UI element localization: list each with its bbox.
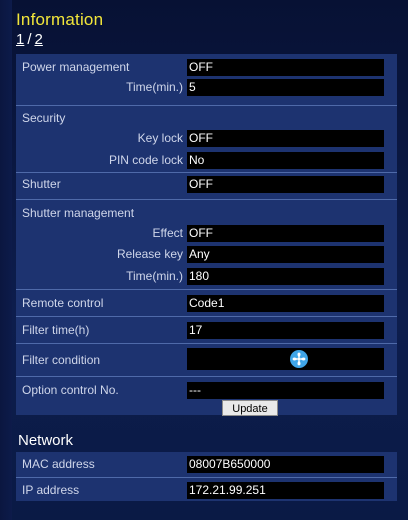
ip-address-value: 172.21.99.251 xyxy=(187,482,384,499)
effect-label: Effect xyxy=(152,226,183,240)
filter-time-row: Filter time(h) 17 xyxy=(16,316,397,340)
remote-control-label: Remote control xyxy=(22,296,104,310)
shutter-management-label: Shutter management xyxy=(22,206,135,220)
page-2-link[interactable]: 2 xyxy=(35,31,43,48)
security-row: Security Key lock OFF PIN code lock No xyxy=(16,105,397,170)
mac-address-label: MAC address xyxy=(22,457,95,471)
network-title: Network xyxy=(18,432,74,449)
time-min-label: Time(min.) xyxy=(126,80,183,94)
shutter-label: Shutter xyxy=(22,177,61,191)
option-control-row: Option control No. --- xyxy=(16,376,397,401)
shutter-row: Shutter OFF xyxy=(16,172,397,195)
page-separator: / xyxy=(27,31,32,48)
release-key-label: Release key xyxy=(116,247,183,261)
filter-condition-label: Filter condition xyxy=(22,353,101,367)
power-management-label: Power management xyxy=(22,60,130,74)
network-panel: MAC address 08007B650000 IP address 172.… xyxy=(16,452,397,501)
remote-control-value: Code1 xyxy=(187,295,384,312)
security-label: Security xyxy=(22,111,66,125)
time-min-2-label: Time(min.) xyxy=(126,269,183,283)
shutter-value: OFF xyxy=(187,176,384,193)
ip-address-row: IP address 172.21.99.251 xyxy=(16,477,397,501)
pin-code-lock-value: No xyxy=(187,152,384,169)
pin-code-lock-label: PIN code lock xyxy=(108,153,183,167)
shutter-management-row: Shutter management Effect OFF Release ke… xyxy=(16,199,397,285)
mac-address-row: MAC address 08007B650000 xyxy=(16,452,397,475)
power-management-row: Power management OFF Time(min.) 5 xyxy=(16,54,397,96)
effect-value: OFF xyxy=(187,225,384,242)
key-lock-label: Key lock xyxy=(137,131,183,145)
page-1-link[interactable]: 1 xyxy=(16,31,24,48)
option-control-label: Option control No. xyxy=(22,383,119,397)
power-management-value: OFF xyxy=(187,59,384,76)
filter-condition-row: Filter condition xyxy=(16,343,397,374)
release-key-value: Any xyxy=(187,246,384,263)
left-edge-strip xyxy=(0,0,12,520)
update-button[interactable]: Update xyxy=(222,400,278,416)
remote-control-row: Remote control Code1 xyxy=(16,289,397,313)
information-panel: Power management OFF Time(min.) 5 Securi… xyxy=(16,54,397,415)
filter-condition-value xyxy=(187,348,384,370)
fan-icon xyxy=(290,350,308,368)
time-min-value: 5 xyxy=(187,79,384,96)
page-title: Information xyxy=(16,10,104,29)
filter-time-value: 17 xyxy=(187,322,384,339)
option-control-value: --- xyxy=(187,382,384,399)
mac-address-value: 08007B650000 xyxy=(187,456,384,473)
ip-address-label: IP address xyxy=(22,483,80,497)
information-page: Information 1/2 Power management OFF Tim… xyxy=(0,0,408,520)
time-min-2-value: 180 xyxy=(187,268,384,285)
key-lock-value: OFF xyxy=(187,130,384,147)
page-selector: 1/2 xyxy=(16,31,43,48)
filter-time-label: Filter time(h) xyxy=(22,323,90,337)
